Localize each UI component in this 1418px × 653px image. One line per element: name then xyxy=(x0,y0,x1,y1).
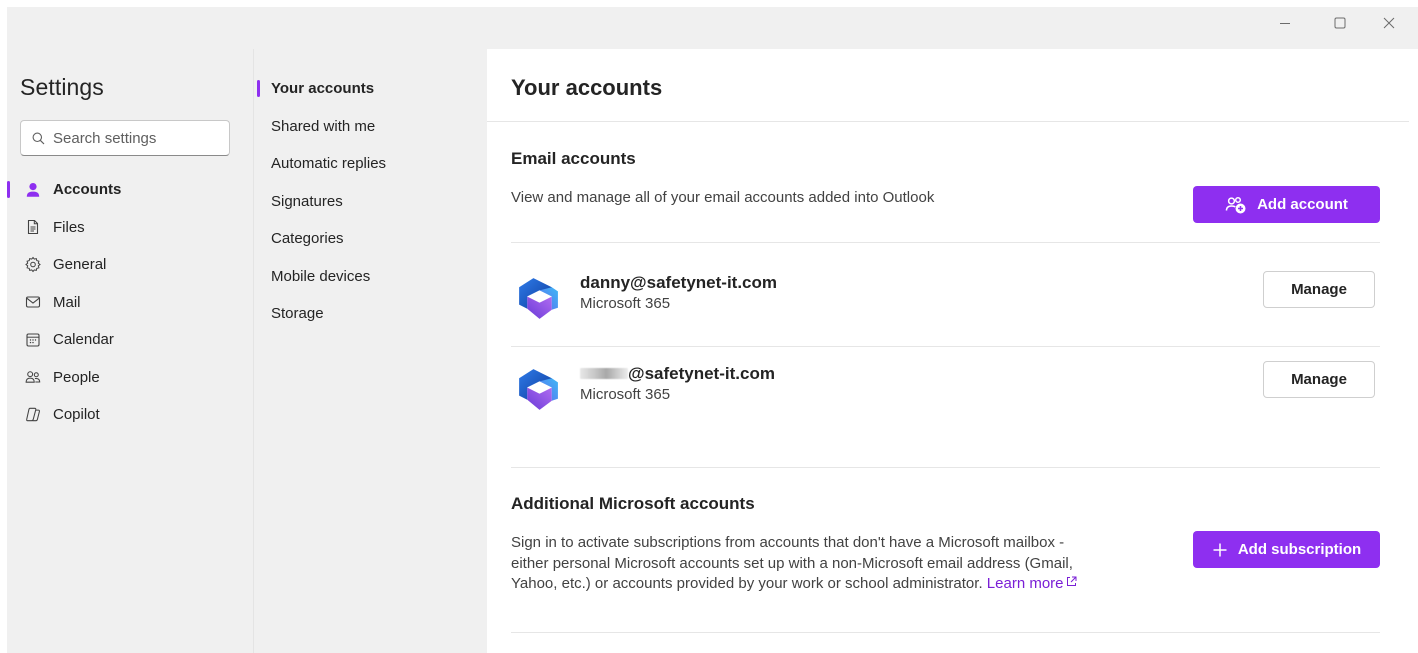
search-input[interactable] xyxy=(53,129,223,147)
maximize-button[interactable] xyxy=(1317,7,1363,39)
account-email: danny@safetynet-it.com xyxy=(580,273,778,292)
subnav-shared-with-me[interactable]: Shared with me xyxy=(254,108,488,146)
add-person-icon xyxy=(1225,196,1247,214)
manage-button[interactable]: Manage xyxy=(1263,271,1375,308)
settings-category-pane: Settings Accounts Files xyxy=(7,49,253,653)
settings-title: Settings xyxy=(20,74,104,100)
calendar-icon xyxy=(25,332,41,348)
page-title: Your accounts xyxy=(511,75,663,100)
copilot-icon xyxy=(25,407,41,423)
subnav-categories[interactable]: Categories xyxy=(254,220,488,258)
accounts-subnav-pane: Your accounts Shared with me Automatic r… xyxy=(253,49,487,653)
section-divider xyxy=(511,242,1380,243)
category-label: Mail xyxy=(53,293,81,311)
settings-category-list: Accounts Files General Mail Calendar Peo… xyxy=(7,171,253,434)
category-label: Calendar xyxy=(53,331,114,349)
subnav-your-accounts[interactable]: Your accounts xyxy=(254,70,488,108)
description-line: Yahoo, etc.) or accounts provided by you… xyxy=(511,575,983,592)
your-accounts-pane: Your accounts Email accounts View and ma… xyxy=(487,49,1409,653)
account-email-redacted: @safetynet-it.com xyxy=(580,364,775,384)
title-bar xyxy=(7,7,1418,49)
category-general[interactable]: General xyxy=(7,246,253,284)
category-accounts[interactable]: Accounts xyxy=(7,171,253,209)
search-icon xyxy=(32,132,45,144)
subnav-automatic-replies[interactable]: Automatic replies xyxy=(254,145,488,183)
search-box[interactable] xyxy=(20,120,230,156)
category-label: Accounts xyxy=(53,181,122,199)
section-divider xyxy=(511,467,1380,468)
add-account-button[interactable]: Add account xyxy=(1193,186,1380,223)
add-subscription-label: Add subscription xyxy=(1237,541,1362,558)
email-accounts-description: View and manage all of your email accoun… xyxy=(511,189,935,206)
close-icon xyxy=(1383,17,1395,29)
redacted-username xyxy=(580,367,628,379)
email-accounts-heading: Email accounts xyxy=(511,149,636,168)
description-line-with-link: Yahoo, etc.) or accounts provided by you… xyxy=(511,574,1151,595)
add-account-label: Add account xyxy=(1257,196,1348,213)
minimize-button[interactable] xyxy=(1262,7,1308,39)
accounts-subnav-list: Your accounts Shared with me Automatic r… xyxy=(254,70,488,333)
subnav-storage[interactable]: Storage xyxy=(254,295,488,333)
account-divider xyxy=(511,346,1380,347)
microsoft-365-logo-icon xyxy=(519,278,558,319)
account-type: Microsoft 365 xyxy=(580,386,671,403)
external-link-icon xyxy=(1066,576,1077,586)
header-divider xyxy=(487,121,1409,122)
category-mail[interactable]: Mail xyxy=(7,284,253,322)
learn-more-link[interactable]: Learn more xyxy=(987,575,1077,592)
manage-button[interactable]: Manage xyxy=(1263,361,1375,398)
minimize-icon xyxy=(1280,23,1290,24)
category-people[interactable]: People xyxy=(7,359,253,397)
close-window-button[interactable] xyxy=(1366,7,1412,39)
microsoft-365-logo-icon xyxy=(519,369,558,410)
account-email-domain: @safetynet-it.com xyxy=(628,364,775,383)
plus-icon xyxy=(1212,542,1228,558)
account-row: @safetynet-it.com Microsoft 365 Manage xyxy=(511,359,1380,419)
people-icon xyxy=(25,369,41,385)
file-icon xyxy=(25,219,41,235)
section-divider xyxy=(511,632,1380,633)
account-type: Microsoft 365 xyxy=(580,295,671,312)
account-row: danny@safetynet-it.com Microsoft 365 Man… xyxy=(511,268,1380,328)
maximize-icon xyxy=(1334,17,1346,29)
category-label: Copilot xyxy=(53,406,100,424)
subnav-mobile-devices[interactable]: Mobile devices xyxy=(254,258,488,296)
gear-icon xyxy=(25,256,41,273)
subnav-signatures[interactable]: Signatures xyxy=(254,183,488,221)
category-calendar[interactable]: Calendar xyxy=(7,321,253,359)
add-subscription-button[interactable]: Add subscription xyxy=(1193,531,1380,568)
category-label: Files xyxy=(53,218,85,236)
additional-accounts-heading: Additional Microsoft accounts xyxy=(511,494,755,513)
category-copilot[interactable]: Copilot xyxy=(7,396,253,434)
category-label: People xyxy=(53,368,100,386)
mail-icon xyxy=(25,294,41,310)
category-label: General xyxy=(53,256,107,274)
description-line: Sign in to activate subscriptions from a… xyxy=(511,534,1065,551)
learn-more-label: Learn more xyxy=(986,575,1064,592)
additional-accounts-description: Sign in to activate subscriptions from a… xyxy=(511,533,1151,595)
person-icon xyxy=(25,182,41,198)
category-files[interactable]: Files xyxy=(7,209,253,247)
description-line: either personal Microsoft accounts set u… xyxy=(511,554,1073,572)
outlook-settings-window: Settings Accounts Files xyxy=(0,0,1418,653)
